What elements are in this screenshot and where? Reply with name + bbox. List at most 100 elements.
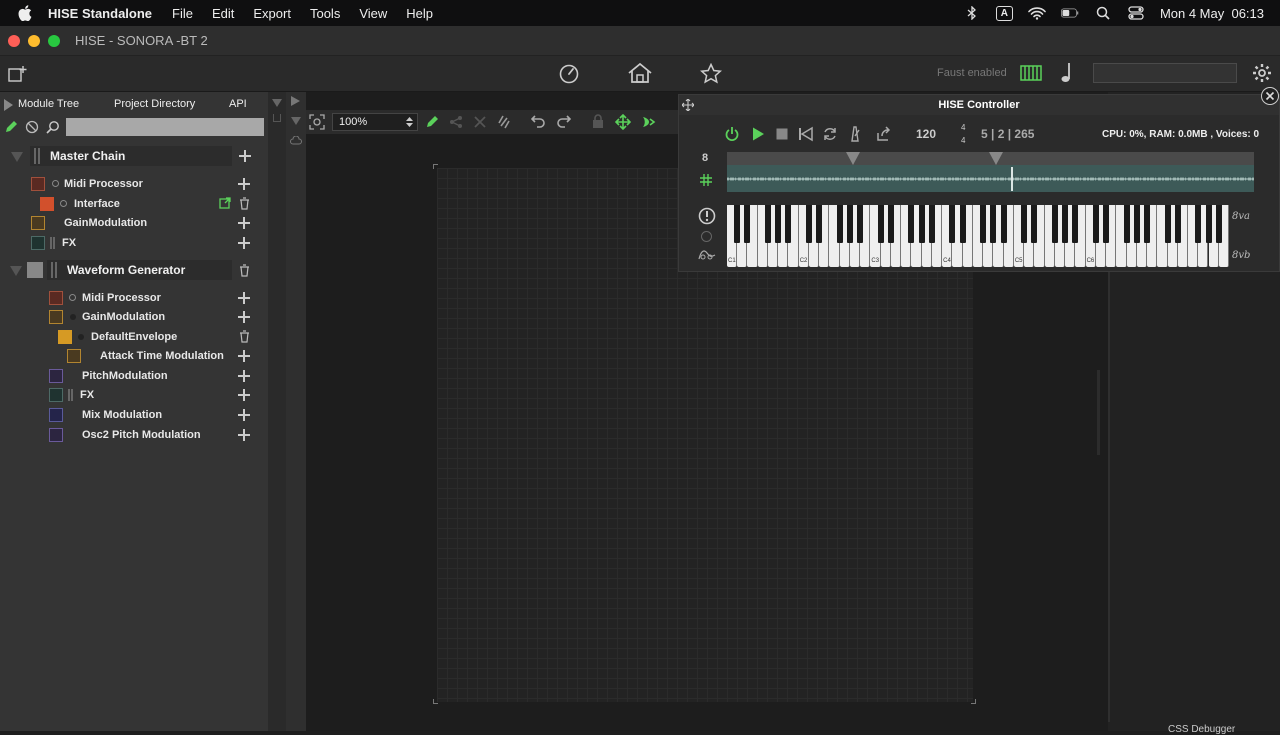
add-module-icon[interactable] xyxy=(238,292,250,304)
loop-end-marker-icon[interactable] xyxy=(989,152,1003,165)
bypass-indicator-icon[interactable] xyxy=(70,314,76,320)
share-icon[interactable] xyxy=(449,115,463,134)
black-key[interactable] xyxy=(734,205,741,243)
midi-note-icon[interactable] xyxy=(1060,62,1074,89)
edit-pencil-icon[interactable] xyxy=(425,115,439,134)
settings-gear-icon[interactable] xyxy=(1252,63,1272,88)
black-key[interactable] xyxy=(918,205,925,243)
cloud-icon[interactable] xyxy=(290,132,302,150)
minimize-window-button[interactable] xyxy=(28,35,40,47)
delete-x-icon[interactable] xyxy=(473,115,487,134)
master-chain-header[interactable]: Master Chain xyxy=(30,146,232,166)
play-icon[interactable] xyxy=(750,126,766,142)
add-module-icon[interactable] xyxy=(238,237,250,249)
black-key[interactable] xyxy=(1021,205,1028,243)
new-tab-icon[interactable] xyxy=(8,65,28,88)
performance-meter-icon[interactable] xyxy=(558,63,580,90)
menu-file[interactable]: File xyxy=(172,6,193,21)
black-key[interactable] xyxy=(887,205,894,243)
octave-up-label[interactable]: 8va xyxy=(1232,211,1250,222)
playhead-line[interactable] xyxy=(1011,167,1013,191)
black-key[interactable] xyxy=(857,205,864,243)
tree-row-midi-processor[interactable]: Midi Processor xyxy=(0,289,268,307)
zoom-window-button[interactable] xyxy=(48,35,60,47)
control-center-icon[interactable] xyxy=(1127,6,1145,20)
tree-row-fx[interactable]: FX xyxy=(0,234,268,252)
black-key[interactable] xyxy=(959,205,966,243)
black-key[interactable] xyxy=(1133,205,1140,243)
panel-collapse-arrow-icon[interactable] xyxy=(4,99,13,111)
black-key[interactable] xyxy=(846,205,853,243)
favorites-star-icon[interactable] xyxy=(699,62,723,90)
controller-title-bar[interactable]: HISE Controller xyxy=(679,95,1279,115)
delete-trash-icon[interactable] xyxy=(239,264,250,282)
time-signature-numerator[interactable]: 4 xyxy=(961,123,965,132)
tab-project-directory[interactable]: Project Directory xyxy=(114,98,195,110)
close-controller-icon[interactable] xyxy=(1261,87,1279,105)
panic-icon[interactable] xyxy=(698,207,716,230)
collapse-down-icon[interactable] xyxy=(272,99,282,107)
hise-logo-icon[interactable] xyxy=(640,114,656,135)
add-module-icon[interactable] xyxy=(238,311,250,323)
battery-icon[interactable] xyxy=(1060,6,1079,20)
tree-row-mix-modulation[interactable]: Mix Modulation xyxy=(0,406,268,424)
sustain-pedal-icon[interactable] xyxy=(697,247,717,266)
eye-off-icon[interactable] xyxy=(25,120,39,139)
drag-handle-icon[interactable] xyxy=(51,262,57,278)
loop-icon[interactable] xyxy=(822,126,838,142)
black-key[interactable] xyxy=(908,205,915,243)
bypass-indicator-icon[interactable] xyxy=(52,180,59,187)
bypass-indicator-icon[interactable] xyxy=(60,200,67,207)
expand-right-icon[interactable] xyxy=(291,96,300,106)
zoom-fit-icon[interactable] xyxy=(309,114,325,135)
rewind-to-start-icon[interactable] xyxy=(798,126,814,142)
black-key[interactable] xyxy=(1031,205,1038,243)
tree-row-attack-time-modulation[interactable]: Attack Time Modulation xyxy=(0,347,268,365)
add-module-icon[interactable] xyxy=(238,389,250,401)
wifi-icon[interactable] xyxy=(1028,6,1046,20)
redo-icon[interactable] xyxy=(556,115,572,133)
black-key[interactable] xyxy=(1215,205,1222,243)
menu-export[interactable]: Export xyxy=(253,6,291,21)
panel-divider[interactable] xyxy=(268,92,286,731)
piano-keyboard[interactable]: C1 C2 C3 C4 C5 C6 xyxy=(727,205,1229,267)
waveform-generator-header[interactable]: Waveform Generator xyxy=(47,260,232,280)
black-key[interactable] xyxy=(1164,205,1171,243)
black-key[interactable] xyxy=(1103,205,1110,243)
input-source-icon[interactable]: A xyxy=(995,5,1013,21)
bpm-value[interactable]: 120 xyxy=(916,127,936,141)
master-chain-fold-icon[interactable] xyxy=(11,152,23,162)
menu-help[interactable]: Help xyxy=(406,6,433,21)
black-key[interactable] xyxy=(1092,205,1099,243)
drag-handle-icon[interactable] xyxy=(68,389,73,401)
delete-trash-icon[interactable] xyxy=(239,197,250,213)
tree-row-osc2-pitch-modulation[interactable]: Osc2 Pitch Modulation xyxy=(0,426,268,444)
time-signature-denominator[interactable]: 4 xyxy=(961,136,965,145)
bypass-indicator-icon[interactable] xyxy=(69,294,76,301)
metronome-icon[interactable] xyxy=(847,126,863,142)
apple-menu-icon[interactable] xyxy=(18,5,32,21)
black-key[interactable] xyxy=(1174,205,1181,243)
menu-edit[interactable]: Edit xyxy=(212,6,234,21)
black-key[interactable] xyxy=(949,205,956,243)
black-key[interactable] xyxy=(1072,205,1079,243)
loop-start-marker-icon[interactable] xyxy=(846,152,860,165)
waveform-generator-fold-icon[interactable] xyxy=(10,266,22,276)
black-key[interactable] xyxy=(1062,205,1069,243)
add-module-icon[interactable] xyxy=(238,350,250,362)
black-key[interactable] xyxy=(744,205,751,243)
search-input[interactable] xyxy=(66,118,264,136)
black-key[interactable] xyxy=(775,205,782,243)
home-icon[interactable] xyxy=(627,62,653,89)
black-key[interactable] xyxy=(928,205,935,243)
tree-row-gain-modulation[interactable]: GainModulation xyxy=(0,308,268,326)
black-key[interactable] xyxy=(877,205,884,243)
add-module-icon[interactable] xyxy=(238,429,250,441)
collapse-down-icon[interactable] xyxy=(291,117,301,125)
close-window-button[interactable] xyxy=(8,35,20,47)
open-external-icon[interactable] xyxy=(219,197,231,212)
add-module-icon[interactable] xyxy=(238,217,250,229)
menu-view[interactable]: View xyxy=(359,6,387,21)
bluetooth-icon[interactable] xyxy=(963,6,981,20)
tab-api[interactable]: API xyxy=(229,98,247,110)
